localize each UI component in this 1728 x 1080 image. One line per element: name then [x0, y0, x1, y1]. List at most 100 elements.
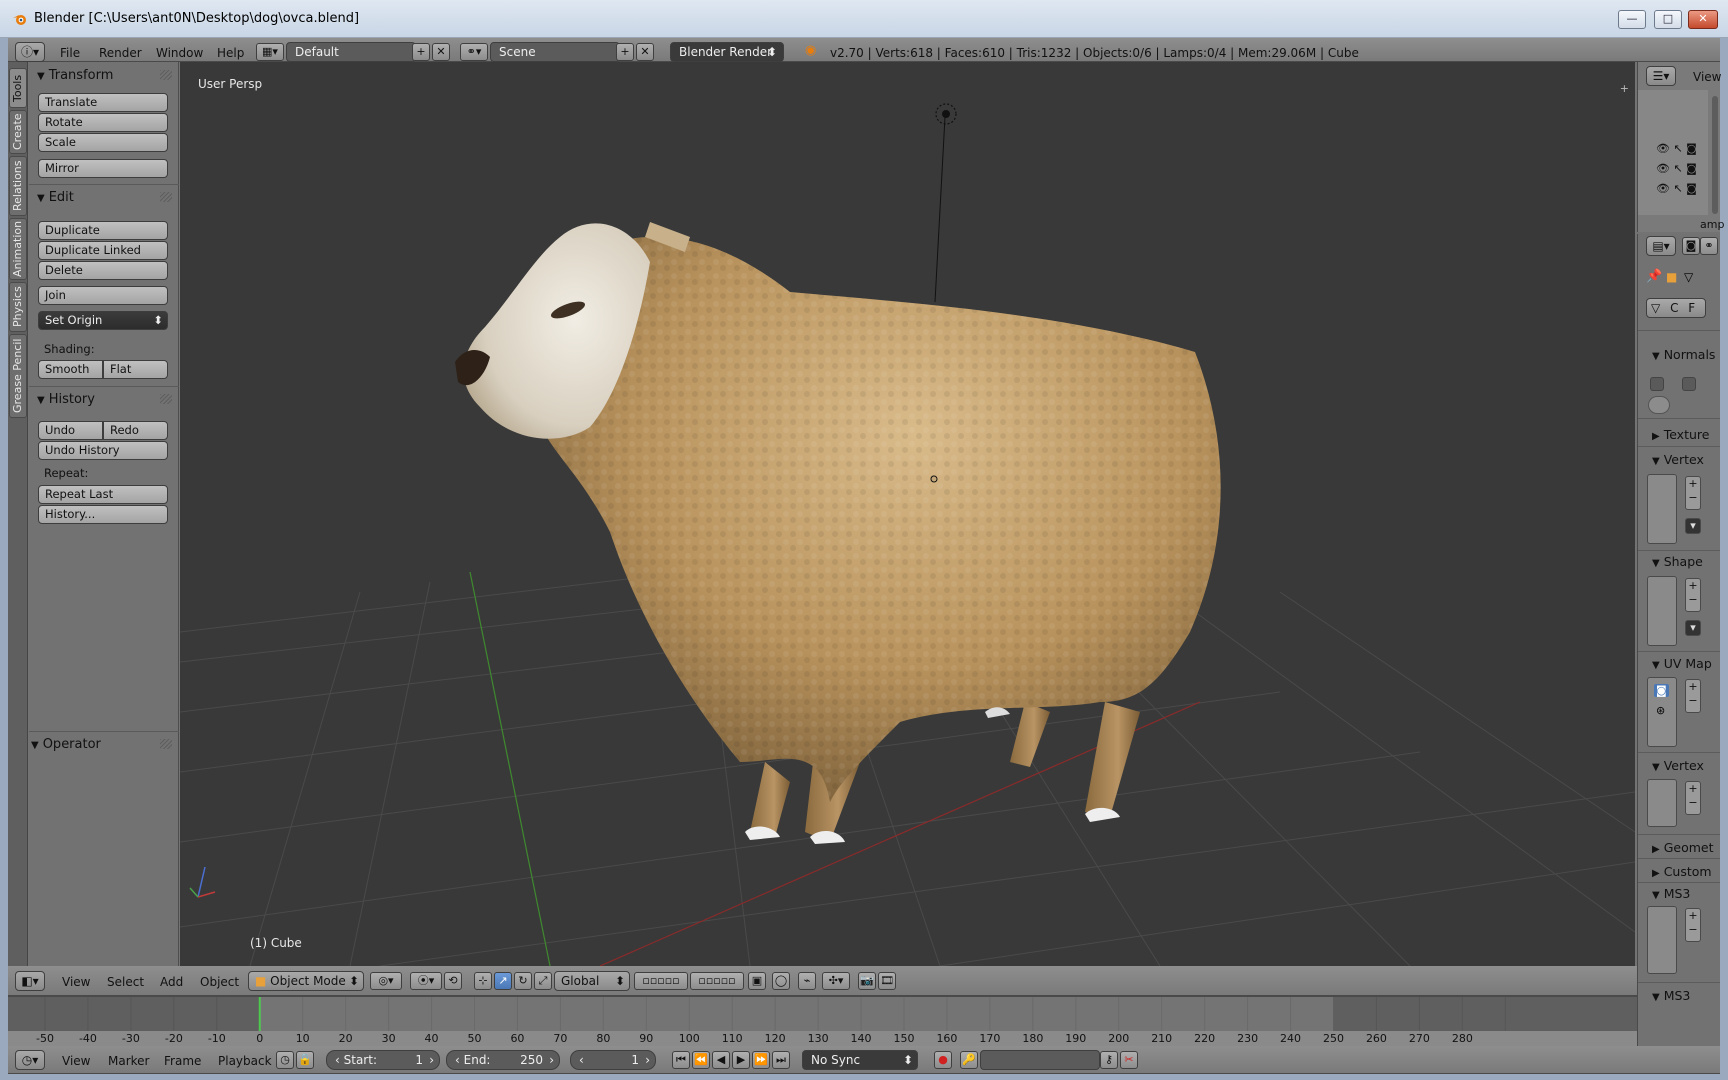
mirror-button[interactable]: Mirror: [38, 159, 168, 178]
undo-button[interactable]: Undo: [38, 421, 103, 440]
angle-dial-icon[interactable]: [1648, 396, 1670, 414]
mesh-data-field[interactable]: ▽ C F: [1646, 298, 1706, 318]
layers-grid-icon[interactable]: ▫▫▫▫▫: [690, 972, 744, 990]
panel-texture-space-header[interactable]: ▶ Texture: [1652, 427, 1709, 442]
panel-vertex-colors-header[interactable]: ▼ Vertex: [1652, 758, 1704, 773]
minimize-button[interactable]: —: [1618, 10, 1646, 29]
menu-select[interactable]: Select: [107, 975, 144, 989]
menu-window[interactable]: Window: [156, 46, 203, 60]
viewport-shading-icon[interactable]: ◎▾: [370, 972, 402, 990]
join-button[interactable]: Join: [38, 286, 168, 305]
rotate-manipulator-icon[interactable]: ↻: [514, 972, 532, 990]
render-engine-select[interactable]: Blender Render ⬍: [670, 42, 784, 62]
snap-icon[interactable]: ⌁: [798, 972, 816, 990]
panel-normals-header[interactable]: ▼ Normals: [1652, 347, 1715, 362]
play-reverse-icon[interactable]: ◀: [712, 1051, 730, 1069]
add-scene-icon[interactable]: +: [616, 43, 634, 61]
lock-camera-layers-icon[interactable]: ▣: [748, 972, 766, 990]
tab-physics[interactable]: Physics: [9, 282, 27, 332]
play-icon[interactable]: ▶: [732, 1051, 750, 1069]
add-shape-key-button[interactable]: + −: [1685, 578, 1701, 612]
uv-maps-list[interactable]: ◙ ⊛: [1647, 677, 1677, 747]
outliner-row[interactable]: 👁 ↖ ◙: [1656, 142, 1697, 155]
add-ms3d-button[interactable]: + −: [1685, 908, 1701, 942]
timeline-ruler[interactable]: -50 -40 -30 -20 -10 0 10 20 30 40 50 60 70 80 90 100 110…: [8, 1031, 1637, 1046]
interaction-mode-select[interactable]: ■ Object Mode ⬍: [248, 971, 364, 991]
jump-start-icon[interactable]: ⏮: [672, 1051, 690, 1069]
flat-button[interactable]: Flat: [103, 360, 168, 379]
auto-smooth-checkbox[interactable]: [1650, 377, 1664, 391]
scene-context-icon[interactable]: ⚭: [1700, 237, 1718, 255]
rotate-button[interactable]: Rotate: [38, 113, 168, 132]
menu-marker[interactable]: Marker: [108, 1054, 149, 1068]
panel-shape-keys-header[interactable]: ▼ Shape: [1652, 554, 1703, 569]
panel-grip-icon[interactable]: [160, 70, 172, 80]
manipulator-axes-icon[interactable]: ⊹: [474, 972, 492, 990]
jump-next-keyframe-icon[interactable]: ⏩: [752, 1051, 770, 1069]
menu-file[interactable]: File: [60, 46, 80, 60]
outliner-row[interactable]: 👁 ↖ ◙: [1656, 182, 1697, 195]
history-button[interactable]: History...: [38, 505, 168, 524]
properties-editor-type-button[interactable]: ▤▾: [1646, 236, 1676, 256]
menu-object[interactable]: Object: [200, 975, 239, 989]
menu-render[interactable]: Render: [99, 46, 142, 60]
render-opengl-icon[interactable]: 📷: [858, 972, 876, 990]
proportional-edit-icon[interactable]: ◯: [772, 972, 790, 990]
tab-animation[interactable]: Animation: [9, 218, 27, 280]
scale-button[interactable]: Scale: [38, 133, 168, 152]
timeline-editor[interactable]: -50 -40 -30 -20 -10 0 10 20 30 40 50 60 70 80 90 100 110…: [8, 996, 1637, 1046]
scale-manipulator-icon[interactable]: ⤢: [534, 972, 552, 990]
panel-grip-icon[interactable]: [160, 394, 172, 404]
keying-set-icon[interactable]: 🔑: [960, 1051, 978, 1069]
editor-type-3dview-button[interactable]: ◧▾: [15, 971, 45, 991]
jump-end-icon[interactable]: ⏭: [772, 1051, 790, 1069]
current-frame-field[interactable]: ‹ 1 ›: [570, 1050, 656, 1070]
add-vertex-color-button[interactable]: + −: [1685, 781, 1701, 815]
smooth-button[interactable]: Smooth: [38, 360, 103, 379]
vertex-colors-list[interactable]: [1647, 779, 1677, 827]
panel-grip-icon[interactable]: [160, 739, 172, 749]
sheep-mesh[interactable]: [455, 222, 1221, 844]
panel-history-header[interactable]: ▼ History: [37, 392, 95, 407]
duplicate-button[interactable]: Duplicate: [38, 221, 168, 240]
add-uv-map-button[interactable]: + −: [1685, 679, 1701, 713]
panel-uv-maps-header[interactable]: ▼ UV Map: [1652, 656, 1712, 671]
render-animation-icon[interactable]: 🎞: [878, 972, 896, 990]
viewport-toggle-icon[interactable]: +: [1620, 82, 1629, 95]
panel-custom-props-header[interactable]: ▶ Custom: [1652, 864, 1712, 879]
outliner-editor-type-button[interactable]: ☰▾: [1646, 66, 1676, 86]
layers-grid-icon[interactable]: ▫▫▫▫▫: [634, 972, 688, 990]
ms3d-list[interactable]: [1647, 906, 1677, 974]
screen-layout-icon[interactable]: ▦▾: [256, 43, 284, 61]
scene-field[interactable]: Scene: [490, 42, 620, 62]
tab-relations[interactable]: Relations: [9, 156, 27, 216]
double-sided-checkbox[interactable]: [1682, 377, 1696, 391]
panel-ms3d-second-header[interactable]: ▼ MS3: [1652, 988, 1690, 1003]
editor-type-info-button[interactable]: ⓘ▾: [15, 42, 45, 62]
outliner-view-menu[interactable]: View: [1693, 70, 1721, 84]
repeat-last-button[interactable]: Repeat Last: [38, 485, 168, 504]
set-origin-dropdown[interactable]: Set Origin ⬍: [38, 311, 168, 330]
redo-button[interactable]: Redo: [103, 421, 168, 440]
outliner-scrollbar[interactable]: [1712, 96, 1718, 214]
vertex-group-menu-button[interactable]: ▾: [1685, 518, 1701, 534]
start-frame-field[interactable]: ‹ Start: 1 ›: [326, 1050, 440, 1070]
delete-keyframe-icon[interactable]: ✂: [1120, 1051, 1138, 1069]
delete-button[interactable]: Delete: [38, 261, 168, 280]
lamp-object-icon[interactable]: [934, 103, 957, 303]
remove-layout-icon[interactable]: ✕: [432, 43, 450, 61]
vertex-groups-list[interactable]: [1647, 474, 1677, 544]
screen-layout-field[interactable]: Default: [286, 42, 416, 62]
maximize-button[interactable]: □: [1654, 10, 1682, 29]
editor-type-timeline-button[interactable]: ◷▾: [15, 1050, 45, 1070]
panel-transform-header[interactable]: ▼ Transform: [37, 68, 113, 83]
end-frame-field[interactable]: ‹ End: 250 ›: [446, 1050, 560, 1070]
snap-element-icon[interactable]: ✣▾: [822, 972, 850, 990]
panel-geometry-data-header[interactable]: ▶ Geomet: [1652, 840, 1714, 855]
translate-button[interactable]: Translate: [38, 93, 168, 112]
panel-ms3d-header[interactable]: ▼ MS3: [1652, 886, 1690, 901]
panel-vertex-groups-header[interactable]: ▼ Vertex: [1652, 452, 1704, 467]
shape-keys-list[interactable]: [1647, 576, 1677, 646]
tab-create[interactable]: Create: [9, 110, 27, 154]
tab-tools[interactable]: Tools: [9, 68, 27, 108]
